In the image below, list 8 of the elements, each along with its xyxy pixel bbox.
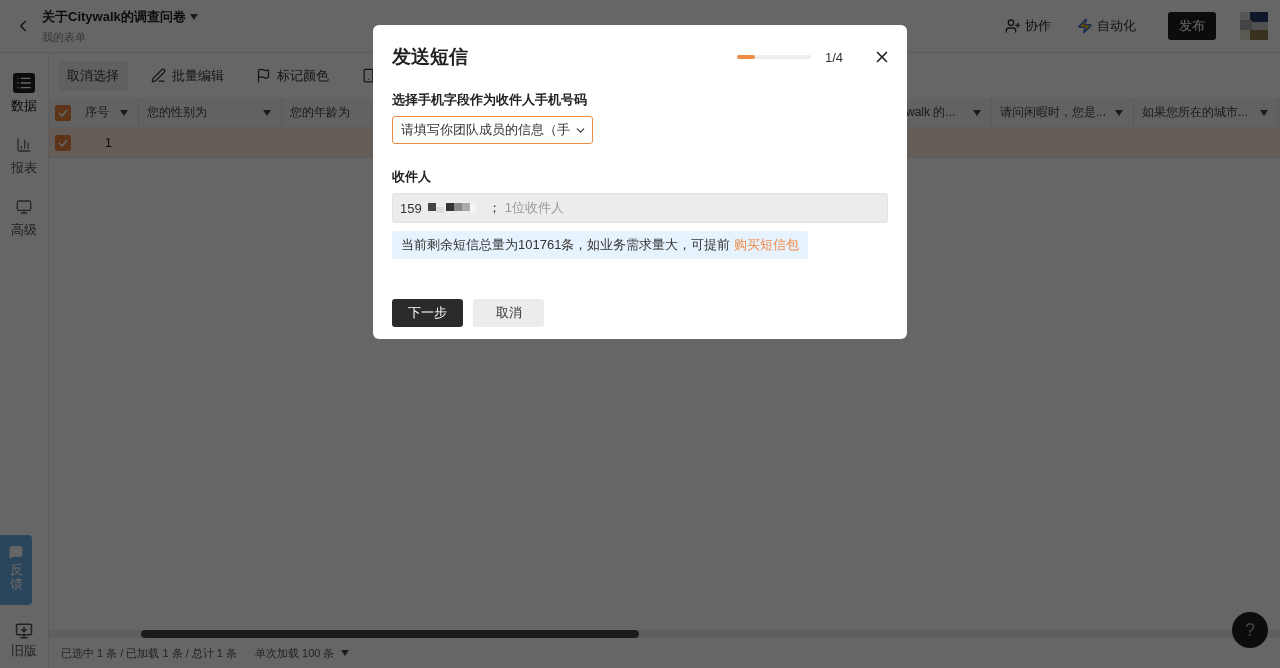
selection-summary: 已选中 1 条 / 已加载 1 条 / 总计 1 条	[61, 645, 238, 661]
sms-balance-notice: 当前剩余短信总量为101761条，如业务需求量大，可提前 购买短信包	[392, 231, 808, 259]
recipients-label: 收件人	[392, 168, 432, 186]
dialog-title: 发送短信	[392, 45, 468, 69]
field-label: 选择手机字段作为收件人手机号码	[392, 91, 588, 109]
row-number: 1	[104, 135, 112, 150]
form-title: 关于Citywalk的调查问卷	[42, 7, 186, 26]
step-counter: 1/4	[824, 49, 843, 65]
